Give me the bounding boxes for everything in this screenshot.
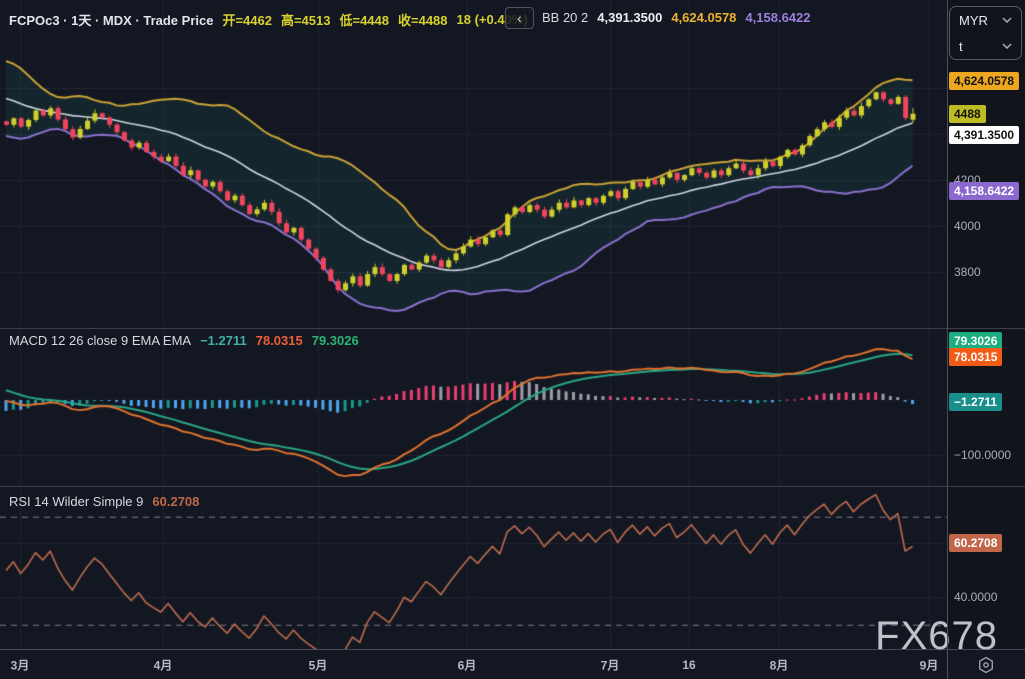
ohlc-close: 收=4488: [398, 10, 448, 29]
ohlc-high: 高=4513: [281, 10, 331, 29]
rsi-value-badge: 60.2708: [949, 534, 1002, 552]
bb-lower-value: 4,158.6422: [745, 10, 810, 25]
rsi-value: 60.2708: [152, 494, 199, 509]
bb-lower-badge: 4,158.6422: [949, 182, 1019, 200]
axis-border: [947, 0, 948, 679]
currency-label: MYR: [959, 13, 988, 28]
macd-tick: −100.0000: [954, 448, 1011, 462]
price-pane-header: FCPOc3 · 1天 · MDX · Trade Price 开=4462 高…: [9, 10, 528, 29]
rsi-tick: 40.0000: [954, 590, 997, 604]
unit-selector[interactable]: t: [950, 33, 1021, 59]
rsi-title[interactable]: RSI 14 Wilder Simple 9: [9, 494, 143, 509]
chevron-down-icon: [1002, 43, 1012, 49]
macd-hist-badge: −1.2711: [949, 393, 1002, 411]
rsi-pane-header: RSI 14 Wilder Simple 9 60.2708: [9, 494, 199, 509]
time-label: 8月: [770, 657, 789, 674]
time-label: 9月: [920, 657, 939, 674]
symbol-title[interactable]: FCPOc3 · 1天 · MDX · Trade Price: [9, 10, 213, 29]
macd-hist-value: −1.2711: [200, 333, 247, 348]
ohlc-open: 开=4462: [222, 10, 272, 29]
time-label: 16: [682, 658, 695, 672]
bb-upper-badge: 4,624.0578: [949, 72, 1019, 90]
macd-line-badge: 78.0315: [949, 348, 1002, 366]
bb-indicator-title[interactable]: BB 20 2: [542, 10, 588, 25]
time-label: 3月: [11, 657, 30, 674]
pane-divider[interactable]: [0, 486, 1025, 487]
last-price-badge: 4488: [949, 105, 986, 123]
macd-pane-header: MACD 12 26 close 9 EMA EMA −1.2711 78.03…: [9, 333, 359, 348]
chevron-down-icon: [1002, 17, 1012, 23]
bb-upper-value: 4,624.0578: [671, 10, 736, 25]
back-button[interactable]: ‹: [505, 7, 534, 29]
macd-title[interactable]: MACD 12 26 close 9 EMA EMA: [9, 333, 191, 348]
macd-signal-value: 79.3026: [312, 333, 359, 348]
currency-selector[interactable]: MYR: [950, 7, 1021, 33]
macd-line-value: 78.0315: [256, 333, 303, 348]
chart-canvas[interactable]: [0, 0, 947, 649]
watermark: FX678: [875, 616, 998, 656]
unit-label: t: [959, 39, 963, 54]
time-axis[interactable]: 3月 4月 5月 6月 7月 16 8月 9月: [0, 649, 1025, 679]
ohlc-low: 低=4448: [339, 10, 389, 29]
scale-unit-selector: MYR t: [949, 6, 1022, 60]
price-tick: 3800: [954, 265, 981, 279]
chevron-left-icon: ‹: [517, 10, 522, 26]
chart-window: FCPOc3 · 1天 · MDX · Trade Price 开=4462 高…: [0, 0, 1025, 679]
time-label: 6月: [458, 657, 477, 674]
pane-divider[interactable]: [0, 328, 1025, 329]
bb-basis-value: 4,391.3500: [597, 10, 662, 25]
price-scale[interactable]: MYR t 4200 4000 3800 4,624.0578 4488 4,3…: [947, 0, 1025, 649]
time-label: 5月: [309, 657, 328, 674]
settings-icon[interactable]: [976, 655, 996, 675]
bb-basis-badge: 4,391.3500: [949, 126, 1019, 144]
price-tick: 4000: [954, 219, 981, 233]
time-label: 4月: [154, 657, 173, 674]
time-label: 7月: [601, 657, 620, 674]
bb-indicator-header: BB 20 2 4,391.3500 4,624.0578 4,158.6422: [542, 10, 811, 25]
